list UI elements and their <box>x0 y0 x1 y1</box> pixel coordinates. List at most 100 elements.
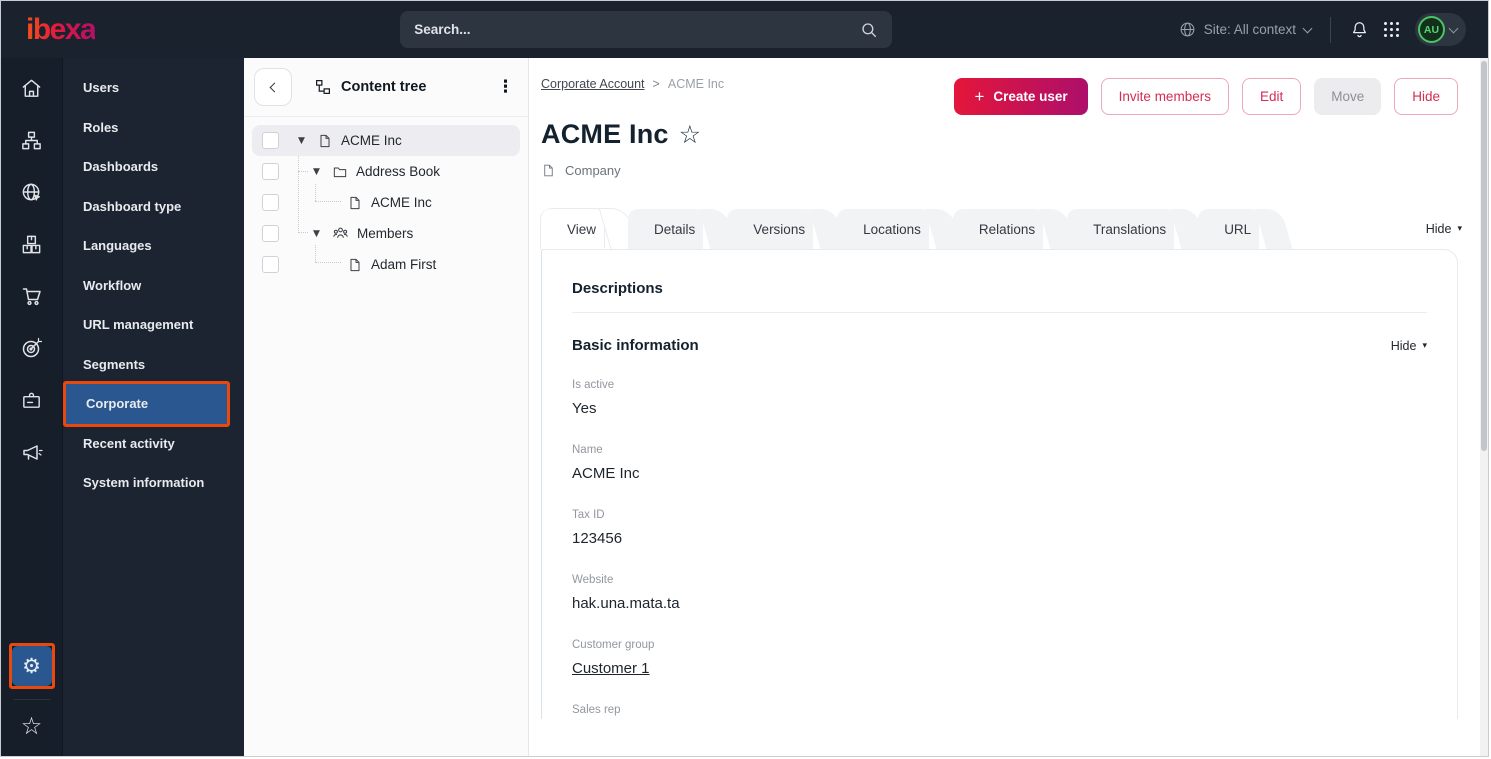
field-value: 123456 <box>572 530 623 547</box>
product-catalog-icon[interactable] <box>15 227 49 261</box>
tree-node-adam-first[interactable]: Adam First <box>252 249 520 280</box>
topbar: ibexa Site: All context AU <box>1 1 1488 58</box>
collapse-panel-button[interactable] <box>254 68 292 106</box>
customer-portal-badge-icon[interactable] <box>15 383 49 417</box>
bookmark-star-icon[interactable]: ☆ <box>679 122 701 147</box>
sidebar-item-users[interactable]: Users <box>63 68 244 108</box>
tab-url[interactable]: URL <box>1198 209 1269 249</box>
site-context-selector[interactable]: Site: All context <box>1179 21 1313 38</box>
scrollbar-thumb[interactable] <box>1481 61 1487 451</box>
tab-details[interactable]: Details <box>628 209 713 249</box>
plus-icon: + <box>974 87 985 106</box>
tab-translations[interactable]: Translations <box>1067 209 1184 249</box>
chevron-down-icon <box>1448 23 1459 33</box>
commerce-cart-icon[interactable] <box>15 279 49 313</box>
caret-down-icon: ▾ <box>1457 224 1462 234</box>
sidebar-item-dashboard-type[interactable]: Dashboard type <box>63 187 244 227</box>
home-icon[interactable] <box>15 71 49 105</box>
field-sales-rep: Sales rep <box>572 704 1427 716</box>
divider <box>13 699 50 700</box>
tree-node-acme-inc[interactable]: ▼ ACME Inc <box>252 125 520 156</box>
sidebar-item-system-information[interactable]: System information <box>63 463 244 503</box>
field-label: Website <box>572 574 614 586</box>
caret-down-icon[interactable]: ▼ <box>298 136 309 146</box>
field-customer-group: Customer group Customer 1 <box>572 639 1427 677</box>
sidebar-item-corporate[interactable]: Corporate <box>66 384 227 424</box>
breadcrumb-separator: > <box>652 77 660 91</box>
field-value: hak.una.mata.ta <box>572 595 680 612</box>
tree-node-members[interactable]: ▼ Members <box>252 218 520 249</box>
field-label: Sales rep <box>572 704 621 716</box>
app-switcher-icon[interactable] <box>1384 21 1400 38</box>
sidebar-item-recent-activity[interactable]: Recent activity <box>63 424 244 464</box>
content-type-row: Company <box>541 163 1466 178</box>
settings-gear-icon[interactable]: ⚙ <box>11 646 52 686</box>
create-user-button[interactable]: + Create user <box>954 78 1088 115</box>
tree-node-address-book[interactable]: ▼ Address Book <box>252 156 520 187</box>
content-type-label: Company <box>565 163 621 178</box>
tree-checkbox[interactable] <box>262 225 279 242</box>
sidebar-item-dashboards[interactable]: Dashboards <box>63 147 244 187</box>
field-is-active: Is active Yes <box>572 379 1427 417</box>
tabs-hide-toggle[interactable]: Hide ▾ <box>1426 222 1462 236</box>
document-icon <box>350 258 360 271</box>
tab-versions[interactable]: Versions <box>727 209 823 249</box>
field-value: ACME Inc <box>572 465 640 482</box>
settings-annotation-box: ⚙ <box>8 643 55 689</box>
field-label: Customer group <box>572 639 655 651</box>
bookmarks-star-icon[interactable]: ☆ <box>21 712 43 740</box>
page-title: ACME Inc <box>541 119 669 149</box>
vertical-scrollbar[interactable] <box>1480 58 1488 756</box>
edit-button[interactable]: Edit <box>1241 78 1302 115</box>
caret-down-icon: ▾ <box>1422 340 1427 351</box>
ibexa-logo[interactable]: ibexa <box>26 14 97 45</box>
sidebar-item-roles[interactable]: Roles <box>63 108 244 148</box>
tab-relations[interactable]: Relations <box>952 209 1053 249</box>
sidebar-nav: Users Roles Dashboards Dashboard type La… <box>63 58 244 756</box>
chevron-down-icon <box>1302 23 1313 33</box>
kebab-menu-icon[interactable]: ⋮ <box>497 78 514 96</box>
globe-icon <box>1180 22 1195 37</box>
tree-checkbox[interactable] <box>262 256 279 273</box>
content-tree-icon <box>316 80 330 94</box>
sidebar-item-segments[interactable]: Segments <box>63 345 244 385</box>
notifications-bell-icon[interactable] <box>1350 20 1369 39</box>
global-search[interactable] <box>400 11 893 48</box>
document-icon <box>350 196 360 209</box>
personalization-target-icon[interactable] <box>15 331 49 365</box>
breadcrumb-parent-link[interactable]: Corporate Account <box>541 77 645 91</box>
divider <box>572 312 1427 313</box>
divider <box>1330 16 1331 43</box>
sidebar-item-url-management[interactable]: URL management <box>63 305 244 345</box>
sidebar-item-workflow[interactable]: Workflow <box>63 266 244 306</box>
caret-down-icon[interactable]: ▼ <box>313 167 324 177</box>
tab-locations[interactable]: Locations <box>837 209 939 249</box>
section-title-descriptions: Descriptions <box>572 280 663 297</box>
tab-content-panel: Descriptions Basic information Hide ▾ Is… <box>541 249 1458 719</box>
tree-checkbox[interactable] <box>262 194 279 211</box>
site-icon[interactable] <box>15 175 49 209</box>
main-content: Corporate Account > ACME Inc + Create us… <box>529 58 1488 756</box>
document-icon <box>544 164 553 177</box>
folder-icon <box>333 167 347 177</box>
action-buttons: + Create user Invite members Edit Move H… <box>954 78 1458 115</box>
customer-group-link[interactable]: Customer 1 <box>572 660 1427 677</box>
tree-checkbox[interactable] <box>262 132 279 149</box>
tree-checkbox[interactable] <box>262 163 279 180</box>
move-button[interactable]: Move <box>1314 78 1382 115</box>
tree-node-acme-inc-child[interactable]: ACME Inc <box>252 187 520 218</box>
invite-members-button[interactable]: Invite members <box>1100 78 1229 115</box>
sidebar-item-languages[interactable]: Languages <box>63 226 244 266</box>
breadcrumb-current: ACME Inc <box>667 77 725 91</box>
content-structure-icon[interactable] <box>15 123 49 157</box>
search-input[interactable] <box>414 22 861 37</box>
field-tax-id: Tax ID 123456 <box>572 509 1427 547</box>
user-menu[interactable]: AU <box>1415 13 1466 46</box>
caret-down-icon[interactable]: ▼ <box>313 229 324 239</box>
subsection-title-basic-information: Basic information <box>572 337 699 354</box>
basic-info-hide-toggle[interactable]: Hide ▾ <box>1391 339 1427 353</box>
content-tree-panel: Content tree ⋮ ▼ ACME Inc ▼ Address Book… <box>244 58 529 756</box>
hide-button[interactable]: Hide <box>1394 78 1458 115</box>
tab-view[interactable]: View <box>541 209 614 249</box>
marketing-megaphone-icon[interactable] <box>15 435 49 469</box>
